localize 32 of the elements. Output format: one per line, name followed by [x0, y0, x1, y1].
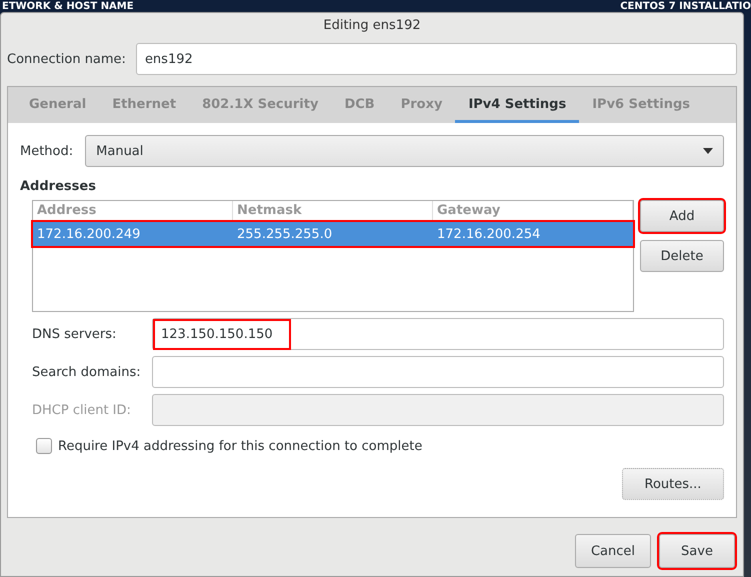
field-label: Method: — [20, 144, 74, 158]
tab[interactable]: IPv6 Settings — [579, 87, 703, 123]
table-cell-text: 172.16.200.254 — [436, 226, 542, 242]
tab[interactable]: 802.1X Security — [189, 87, 332, 123]
input-field[interactable] — [152, 356, 724, 388]
checkbox[interactable] — [36, 438, 52, 454]
header-title: CENTOS 7 INSTALLATIO — [620, 0, 751, 12]
window-title: Editing ens192 — [322, 17, 422, 35]
table-cell-text: 255.255.255.0 — [236, 226, 334, 242]
field-label: Connection name: — [7, 52, 126, 66]
dialog-button[interactable]: Cancel — [575, 534, 651, 568]
tab[interactable]: Ethernet — [99, 87, 190, 123]
address-button[interactable]: Add — [640, 200, 724, 232]
section-heading: Addresses — [20, 179, 97, 194]
field-label: DNS servers: — [32, 326, 118, 342]
address-row[interactable]: 172.16.200.249 255.255.255.0 172.16.200.254 — [33, 222, 633, 246]
method-dropdown[interactable]: Manual — [85, 135, 724, 167]
checkbox-label: Require IPv4 addressing for this connection to complete — [58, 438, 422, 454]
header-title: ETWORK & HOST NAME — [2, 0, 134, 12]
routes-button[interactable]: Routes... — [622, 468, 724, 500]
tab[interactable]: DCB — [331, 87, 388, 123]
tab[interactable]: Proxy — [388, 87, 456, 123]
field-label: DHCP client ID: — [32, 402, 132, 418]
table-cell-text: 172.16.200.249 — [36, 226, 142, 242]
tab[interactable]: General — [16, 87, 100, 123]
input-field[interactable]: 123.150.150.150 — [152, 318, 724, 350]
field-value: 123.150.150.150 — [153, 318, 291, 350]
dialog-button[interactable]: Save — [659, 534, 735, 568]
connection-name-field[interactable]: ens192 — [136, 43, 737, 75]
dropdown-arrow-icon — [703, 148, 713, 154]
address-button[interactable]: Delete — [640, 240, 724, 272]
field-label: Search domains: — [32, 364, 142, 380]
